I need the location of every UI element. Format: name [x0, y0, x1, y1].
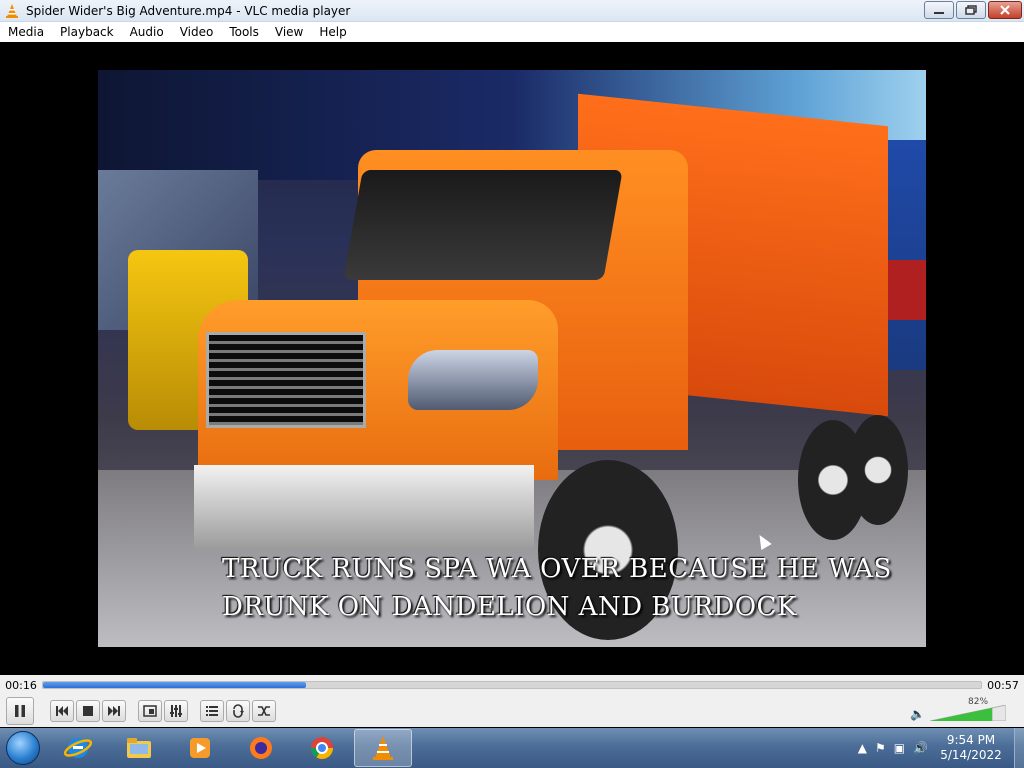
truck-headlight [408, 350, 538, 410]
subtitle-line: DRUNK ON DANDELION AND BURDOCK [222, 592, 797, 622]
menu-playback[interactable]: Playback [52, 25, 122, 39]
media-player-icon [190, 738, 210, 758]
menu-tools[interactable]: Tools [221, 25, 267, 39]
title-bar: Spider Wider's Big Adventure.mp4 - VLC m… [0, 0, 1024, 22]
shuffle-button[interactable] [252, 700, 276, 722]
loop-button[interactable] [226, 700, 250, 722]
taskbar-app-chrome[interactable] [293, 729, 351, 767]
subtitle-line: TRUCK RUNS SPA WA OVER BECAUSE HE WAS [222, 554, 892, 584]
truck-bumper [194, 465, 534, 550]
pause-button[interactable] [6, 697, 34, 725]
clock-date: 5/14/2022 [940, 748, 1002, 762]
taskbar-app-internet-explorer[interactable] [49, 729, 107, 767]
firefox-icon [250, 737, 272, 759]
show-hidden-icons-icon[interactable]: ▲ [858, 741, 867, 755]
volume-control[interactable]: 🔈 82% [910, 697, 1020, 723]
taskbar-app-explorer[interactable] [110, 729, 168, 767]
stop-icon [83, 706, 93, 716]
maximize-button[interactable] [956, 1, 986, 19]
menu-help[interactable]: Help [311, 25, 354, 39]
seek-bar[interactable] [42, 681, 982, 689]
subtitle-text: TRUCK RUNS SPA WA OVER BECAUSE HE WAS DR… [222, 550, 942, 626]
menu-audio[interactable]: Audio [122, 25, 172, 39]
taskbar-app-vlc[interactable] [354, 729, 412, 767]
equalizer-icon [170, 705, 182, 717]
seek-progress [43, 682, 306, 688]
speaker-icon[interactable]: 🔈 [910, 707, 925, 721]
start-button[interactable] [0, 728, 46, 768]
minimize-button[interactable] [924, 1, 954, 19]
extended-settings-button[interactable] [164, 700, 188, 722]
fullscreen-button[interactable] [138, 700, 162, 722]
volume-slider[interactable] [930, 705, 1006, 721]
stop-button[interactable] [76, 700, 100, 722]
truck-grille [206, 332, 366, 428]
minimize-icon [934, 12, 944, 14]
rear-wheel [848, 415, 908, 525]
window-controls [924, 1, 1022, 19]
skip-forward-icon [108, 706, 120, 716]
video-display[interactable]: TRUCK RUNS SPA WA OVER BECAUSE HE WAS DR… [0, 42, 1024, 675]
truck-windshield [343, 170, 623, 280]
clock-time: 9:54 PM [946, 733, 996, 747]
system-tray: ▲ ⚑ ▣ 🔊 9:54 PM 5/14/2022 [858, 728, 1024, 768]
loop-icon [233, 704, 244, 718]
chrome-icon [311, 737, 333, 759]
playlist-button[interactable] [200, 700, 224, 722]
clock[interactable]: 9:54 PM 5/14/2022 [936, 733, 1006, 763]
fullscreen-icon [143, 705, 157, 717]
shuffle-icon [258, 706, 270, 716]
menu-media[interactable]: Media [0, 25, 52, 39]
menu-view[interactable]: View [267, 25, 311, 39]
network-icon[interactable]: ▣ [894, 741, 905, 755]
internet-explorer-icon [63, 738, 93, 758]
next-button[interactable] [102, 700, 126, 722]
playlist-icon [206, 706, 218, 716]
windows-logo-icon [6, 731, 40, 765]
menu-video[interactable]: Video [172, 25, 222, 39]
vlc-cone-icon [4, 3, 20, 19]
elapsed-time: 00:16 [5, 678, 37, 692]
previous-button[interactable] [50, 700, 74, 722]
seek-row: 00:16 00:57 [0, 675, 1024, 695]
window-title: Spider Wider's Big Adventure.mp4 - VLC m… [26, 3, 351, 18]
skip-back-icon [56, 706, 68, 716]
pause-icon [15, 705, 25, 717]
vlc-cone-icon [373, 736, 393, 760]
restore-icon [965, 5, 977, 15]
taskbar-app-media-player[interactable] [171, 729, 229, 767]
close-icon [1000, 5, 1010, 15]
folder-icon [127, 738, 151, 758]
action-center-icon[interactable]: ⚑ [875, 741, 886, 755]
total-time[interactable]: 00:57 [982, 679, 1024, 692]
taskbar-app-firefox[interactable] [232, 729, 290, 767]
taskbar: ▲ ⚑ ▣ 🔊 9:54 PM 5/14/2022 [0, 728, 1024, 768]
close-button[interactable] [988, 1, 1022, 19]
show-desktop-button[interactable] [1014, 728, 1024, 768]
speaker-icon[interactable]: 🔊 [913, 741, 928, 755]
playback-controls: 🔈 82% [0, 695, 1024, 727]
menu-bar: Media Playback Audio Video Tools View He… [0, 22, 1024, 42]
